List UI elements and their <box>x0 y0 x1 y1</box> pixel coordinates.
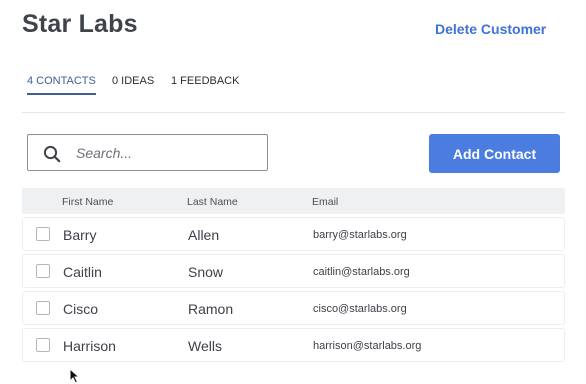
contacts-table: First Name Last Name Email Barry Allen b… <box>22 188 565 362</box>
column-header-email[interactable]: Email <box>312 196 338 208</box>
email-cell: barry@starlabs.org <box>313 229 407 241</box>
search-icon <box>43 145 61 163</box>
table-row[interactable]: Barry Allen barry@starlabs.org <box>22 217 565 251</box>
row-checkbox[interactable] <box>36 338 50 352</box>
last-name-cell: Allen <box>188 227 220 243</box>
mouse-pointer-icon <box>69 368 81 384</box>
table-header: First Name Last Name Email <box>22 188 565 214</box>
first-name-cell: Cisco <box>63 301 99 317</box>
last-name-cell: Ramon <box>188 301 234 317</box>
divider <box>22 112 565 113</box>
search-box[interactable] <box>27 134 268 171</box>
email-cell: caitlin@starlabs.org <box>313 266 410 278</box>
row-checkbox[interactable] <box>36 301 50 315</box>
last-name-cell: Snow <box>188 264 224 280</box>
table-row[interactable]: Cisco Ramon cisco@starlabs.org <box>22 291 565 325</box>
first-name-cell: Caitlin <box>63 264 102 280</box>
tab-feedback[interactable]: 1 FEEDBACK <box>171 75 239 93</box>
email-cell: harrison@starlabs.org <box>313 340 422 352</box>
table-row[interactable]: Caitlin Snow caitlin@starlabs.org <box>22 254 565 288</box>
page-title: Star Labs <box>22 10 138 38</box>
row-checkbox[interactable] <box>36 227 50 241</box>
search-input[interactable] <box>76 135 261 170</box>
row-checkbox[interactable] <box>36 264 50 278</box>
delete-customer-link[interactable]: Delete Customer <box>435 21 546 37</box>
column-header-last-name[interactable]: Last Name <box>187 196 238 208</box>
tab-ideas[interactable]: 0 IDEAS <box>112 75 154 93</box>
last-name-cell: Wells <box>188 338 222 354</box>
tab-contacts[interactable]: 4 CONTACTS <box>27 75 96 95</box>
first-name-cell: Harrison <box>63 338 116 354</box>
email-cell: cisco@starlabs.org <box>313 303 407 315</box>
table-row[interactable]: Harrison Wells harrison@starlabs.org <box>22 328 565 362</box>
column-header-first-name[interactable]: First Name <box>62 196 113 208</box>
add-contact-button[interactable]: Add Contact <box>429 134 560 173</box>
first-name-cell: Barry <box>63 227 97 243</box>
